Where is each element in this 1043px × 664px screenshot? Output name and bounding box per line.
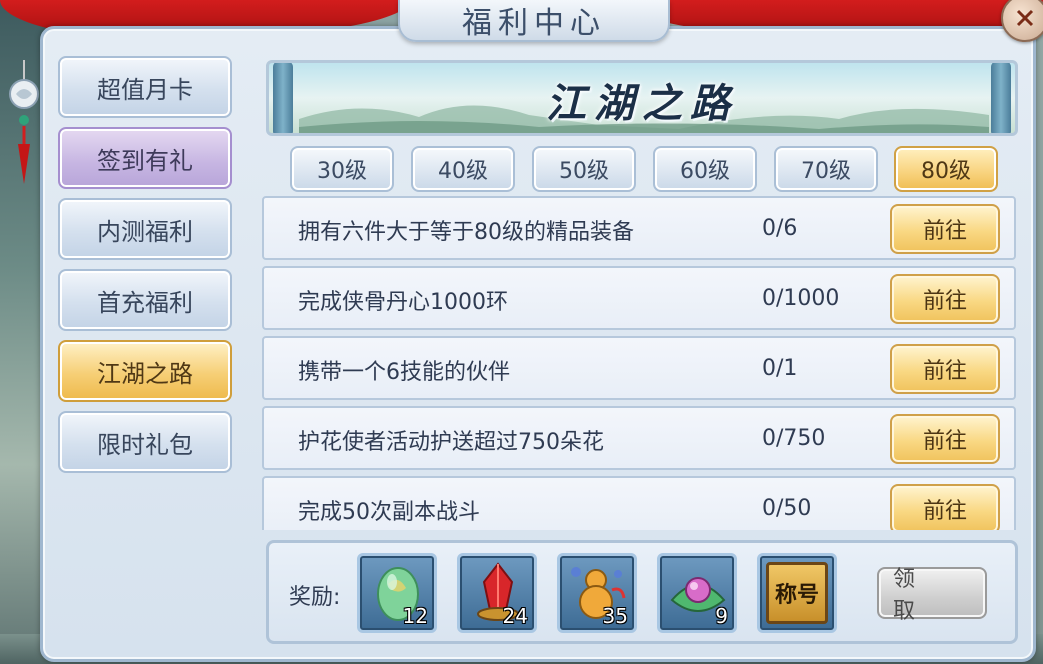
tab-level-50[interactable]: 50级 bbox=[532, 146, 636, 192]
reward-count: 24 bbox=[502, 604, 528, 628]
task-row: 完成50次副本战斗 0/50 前往 bbox=[262, 476, 1016, 530]
reward-slot[interactable]: 24 bbox=[457, 553, 537, 633]
sidebar: 超值月卡 签到有礼 内测福利 首充福利 江湖之路 限时礼包 bbox=[58, 56, 236, 482]
task-description: 拥有六件大于等于80级的精品装备 bbox=[298, 220, 634, 245]
reward-count: 35 bbox=[602, 604, 628, 628]
task-progress: 0/6 bbox=[762, 216, 798, 241]
sidebar-item-limited-pack[interactable]: 限时礼包 bbox=[58, 411, 232, 473]
jade-ornament-icon bbox=[9, 60, 39, 184]
window-title: 福利中心 bbox=[462, 6, 606, 41]
tab-level-30[interactable]: 30级 bbox=[290, 146, 394, 192]
claim-button[interactable]: 领 取 bbox=[877, 567, 987, 624]
go-button[interactable]: 前往 bbox=[890, 484, 1000, 530]
tab-level-70[interactable]: 70级 bbox=[774, 146, 878, 192]
close-icon bbox=[1016, 9, 1034, 27]
task-row: 完成侠骨丹心1000环 0/1000 前往 bbox=[262, 266, 1016, 330]
tab-level-60[interactable]: 60级 bbox=[653, 146, 757, 192]
task-row: 携带一个6技能的伙伴 0/1 前往 bbox=[262, 336, 1016, 400]
section-banner: 江湖之路 bbox=[266, 60, 1018, 136]
reward-slot[interactable]: 9 bbox=[657, 553, 737, 633]
go-button[interactable]: 前往 bbox=[890, 274, 1000, 324]
task-progress: 0/50 bbox=[762, 496, 812, 521]
sidebar-item-beta-welfare[interactable]: 内测福利 bbox=[58, 198, 232, 260]
tab-level-40[interactable]: 40级 bbox=[411, 146, 515, 192]
reward-slot[interactable]: 35 bbox=[557, 553, 637, 633]
reward-slot[interactable]: 称号 bbox=[757, 553, 837, 633]
tab-level-80[interactable]: 80级 bbox=[894, 146, 998, 192]
task-row: 拥有六件大于等于80级的精品装备 0/6 前往 bbox=[262, 196, 1016, 260]
task-description: 完成侠骨丹心1000环 bbox=[298, 290, 508, 315]
level-tabs: 30级 40级 50级 60级 70级 80级 bbox=[290, 146, 1000, 192]
window-title-plaque: 福利中心 bbox=[398, 0, 670, 42]
sidebar-item-jianghu-road[interactable]: 江湖之路 bbox=[58, 340, 232, 402]
go-button[interactable]: 前往 bbox=[890, 344, 1000, 394]
reward-slot[interactable]: 12 bbox=[357, 553, 437, 633]
task-progress: 0/750 bbox=[762, 426, 826, 451]
task-progress: 0/1 bbox=[762, 356, 798, 381]
sidebar-item-monthly-card[interactable]: 超值月卡 bbox=[58, 56, 232, 118]
sidebar-item-sign-in[interactable]: 签到有礼 bbox=[58, 127, 232, 189]
reward-count: 12 bbox=[402, 604, 428, 628]
go-button[interactable]: 前往 bbox=[890, 414, 1000, 464]
banner-title: 江湖之路 bbox=[546, 80, 738, 127]
reward-label: 奖励: bbox=[289, 585, 341, 610]
task-progress: 0/1000 bbox=[762, 286, 840, 311]
go-button[interactable]: 前往 bbox=[890, 204, 1000, 254]
task-description: 携带一个6技能的伙伴 bbox=[298, 360, 510, 385]
task-description: 完成50次副本战斗 bbox=[298, 500, 480, 525]
sidebar-item-first-recharge[interactable]: 首充福利 bbox=[58, 269, 232, 331]
task-row: 护花使者活动护送超过750朵花 0/750 前往 bbox=[262, 406, 1016, 470]
title-badge-icon: 称号 bbox=[766, 562, 828, 624]
task-list[interactable]: 拥有六件大于等于80级的精品装备 0/6 前往 完成侠骨丹心1000环 0/10… bbox=[262, 196, 1018, 530]
reward-count: 9 bbox=[715, 604, 728, 628]
task-description: 护花使者活动护送超过750朵花 bbox=[298, 430, 604, 455]
reward-bar: 奖励: 12 24 35 9 称号 领 取 bbox=[266, 540, 1018, 644]
